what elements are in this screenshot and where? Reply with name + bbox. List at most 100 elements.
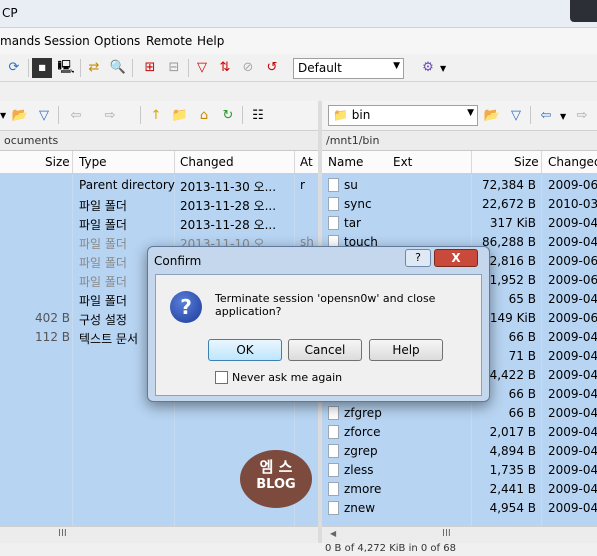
dialog-title: Confirm [154, 254, 202, 268]
row-size: 66 B [508, 387, 536, 401]
col-size[interactable]: Size [45, 155, 70, 169]
column-divider[interactable] [294, 151, 295, 173]
console-icon[interactable]: ■ [32, 58, 52, 78]
column-divider[interactable] [174, 151, 175, 173]
dialog-close-button[interactable]: X [434, 249, 478, 267]
help-button[interactable]: Help [369, 339, 443, 361]
back-arrow-icon[interactable]: ⇦ [536, 106, 556, 126]
refresh-icon[interactable]: ⟳ [4, 58, 24, 78]
unselect-files-icon[interactable]: ⊟ [164, 58, 184, 78]
left-horizontal-scrollbar[interactable]: III [0, 526, 318, 543]
filter-icon[interactable]: ▽ [506, 106, 526, 126]
row-name: zforce [344, 425, 381, 439]
refresh-icon[interactable]: ↻ [218, 106, 238, 126]
menu-session[interactable]: Session [44, 34, 90, 48]
chevron-down-icon[interactable]: ▼ [560, 112, 566, 121]
column-divider[interactable] [541, 151, 542, 173]
row-size: 66 B [508, 330, 536, 344]
chevron-down-icon[interactable]: ▼ [0, 111, 6, 120]
col-attr[interactable]: At [300, 155, 313, 169]
status-text: 0 B of 4,272 KiB in 0 of 68 [325, 543, 456, 554]
chevron-down-icon[interactable]: ▼ [440, 64, 446, 73]
table-row[interactable]: zforce 2,017 B 2009-04- [322, 423, 597, 442]
table-row[interactable]: Parent directory 2013-11-30 오... r [0, 176, 318, 195]
col-type[interactable]: Type [79, 155, 107, 169]
table-row[interactable]: zfgrep 66 B 2009-04- [322, 404, 597, 423]
row-changed: 2009-04- [548, 387, 597, 401]
row-type: 파일 폴더 [79, 275, 127, 289]
table-row[interactable]: zless 1,735 B 2009-04- [322, 461, 597, 480]
row-changed: 2009-04- [548, 425, 597, 439]
home-directory-icon[interactable]: ⌂ [194, 106, 214, 126]
reload-icon[interactable]: ↺ [262, 58, 282, 78]
open-folder-icon[interactable]: 📂 [482, 106, 502, 126]
row-size: 4,954 B [489, 501, 536, 515]
column-divider[interactable] [471, 151, 472, 173]
parent-directory-icon[interactable]: ↑ [146, 106, 166, 126]
row-name: zmore [344, 482, 382, 496]
menu-options[interactable]: Options [94, 34, 140, 48]
file-icon [328, 197, 339, 211]
invert-selection-icon[interactable]: ⇅ [215, 58, 235, 78]
row-changed: 2010-03- [548, 197, 597, 211]
blog-watermark-logo: 엠 스 BLOG [240, 450, 312, 508]
toolbar-separator [28, 59, 29, 77]
col-ext[interactable]: Ext [393, 155, 412, 169]
back-arrow-icon[interactable]: ⇦ [66, 106, 86, 126]
row-size: 4,894 B [489, 444, 536, 458]
file-icon [328, 444, 339, 458]
find-files-icon[interactable]: 🔍 [108, 58, 128, 78]
row-changed: 2009-04- [548, 368, 597, 382]
row-changed: 2013-11-28 오... [180, 218, 277, 232]
forward-arrow-icon[interactable]: ⇨ [100, 106, 120, 126]
row-changed: 2009-06- [548, 178, 597, 192]
table-row[interactable]: su 72,384 B 2009-06- [322, 176, 597, 195]
never-ask-label[interactable]: Never ask me again [232, 371, 342, 384]
menu-help[interactable]: Help [197, 34, 224, 48]
menu-commands[interactable]: mands [0, 34, 41, 48]
toolbar-separator [80, 59, 81, 77]
window-control[interactable] [570, 0, 597, 22]
never-ask-checkbox[interactable] [215, 371, 228, 384]
col-size[interactable]: Size [514, 155, 539, 169]
open-folder-icon[interactable]: 📂 [10, 106, 30, 126]
dialog-help-button[interactable]: ? [405, 249, 431, 267]
remote-folder-select[interactable]: 📁 bin ▼ [328, 105, 478, 126]
table-row[interactable]: zmore 2,441 B 2009-04- [322, 480, 597, 499]
ok-button[interactable]: OK [208, 339, 282, 361]
table-row[interactable]: 파일 폴더 2013-11-28 오... [0, 214, 318, 233]
tree-icon[interactable]: ☷ [248, 106, 268, 126]
filter-icon[interactable]: ▽ [192, 58, 212, 78]
row-changed: 2009-06- [548, 254, 597, 268]
toolbar-separator [188, 59, 189, 77]
row-size: 112 B [35, 330, 70, 344]
cancel-button[interactable]: Cancel [288, 339, 362, 361]
col-changed[interactable]: Changed [180, 155, 234, 169]
menu-remote[interactable]: Remote [146, 34, 192, 48]
table-row[interactable]: tar 317 KiB 2009-04- [322, 214, 597, 233]
col-name[interactable]: Name [328, 155, 363, 169]
row-type: 파일 폴더 [79, 237, 127, 251]
filter-icon[interactable]: ▽ [34, 106, 54, 126]
table-row[interactable]: zgrep 4,894 B 2009-04- [322, 442, 597, 461]
menu-bar: mands Session Options Remote Help [0, 28, 597, 54]
putty-icon[interactable]: 🖳 [56, 58, 76, 78]
col-changed[interactable]: Changed [548, 155, 597, 169]
scroll-left-arrow-icon[interactable]: ◀ [330, 529, 336, 538]
clear-selection-icon[interactable]: ⊘ [238, 58, 258, 78]
row-changed: 2009-04- [548, 216, 597, 230]
column-divider[interactable] [72, 151, 73, 173]
forward-arrow-icon[interactable]: ⇨ [572, 106, 592, 126]
table-row[interactable]: sync 22,672 B 2010-03- [322, 195, 597, 214]
file-icon [328, 406, 339, 420]
preferences-icon[interactable]: ⚙ [418, 58, 438, 78]
select-files-icon[interactable]: ⊞ [140, 58, 160, 78]
row-size: 66 B [508, 406, 536, 420]
right-horizontal-scrollbar[interactable]: ◀ III [322, 526, 597, 543]
root-directory-icon[interactable]: 📁 [170, 106, 190, 126]
status-bar: 0 B of 4,272 KiB in 0 of 68 [0, 543, 597, 556]
synchronize-icon[interactable]: ⇄ [84, 58, 104, 78]
table-row[interactable]: znew 4,954 B 2009-04- [322, 499, 597, 518]
table-row[interactable]: 파일 폴더 2013-11-28 오... [0, 195, 318, 214]
transfer-settings-select[interactable]: Default ▼ [293, 58, 404, 79]
